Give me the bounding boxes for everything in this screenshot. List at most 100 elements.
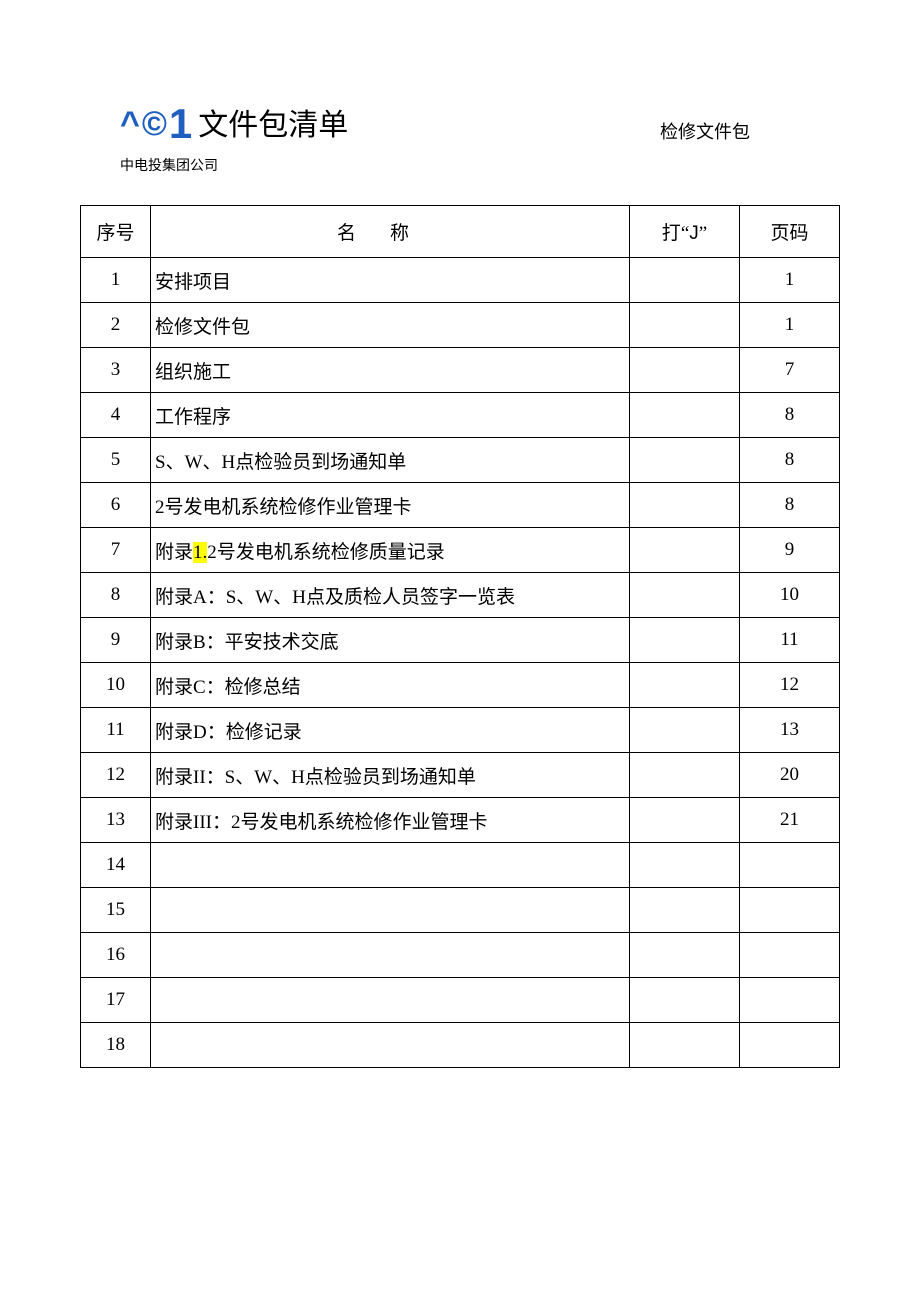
cell-name: 组织施工 bbox=[151, 348, 630, 393]
cell-page bbox=[740, 933, 840, 978]
cell-name: 附录C：检修总结 bbox=[151, 663, 630, 708]
cell-check bbox=[630, 1023, 740, 1068]
cell-no: 3 bbox=[81, 348, 151, 393]
cell-name-pre: 附录 bbox=[155, 542, 193, 563]
cell-no: 11 bbox=[81, 708, 151, 753]
cell-name-post: S、W、H点检验员到场通知单 bbox=[155, 452, 406, 473]
cell-name-post: 安排项目 bbox=[155, 272, 231, 293]
cell-check bbox=[630, 258, 740, 303]
cell-no: 15 bbox=[81, 888, 151, 933]
cell-name: 附录D：检修记录 bbox=[151, 708, 630, 753]
cell-no: 13 bbox=[81, 798, 151, 843]
document-header: ^ © 1 文件包清单 中电投集团公司 检修文件包 bbox=[120, 100, 840, 175]
cell-check bbox=[630, 753, 740, 798]
table-row: 8附录A：S、W、H点及质检人员签字一览表10 bbox=[81, 573, 840, 618]
cell-page: 9 bbox=[740, 528, 840, 573]
header-page: 页码 bbox=[740, 206, 840, 258]
cell-page: 12 bbox=[740, 663, 840, 708]
table-row: 3组织施工 7 bbox=[81, 348, 840, 393]
header-check-quote-open: “ bbox=[681, 223, 689, 244]
cell-name bbox=[151, 933, 630, 978]
cell-no: 14 bbox=[81, 843, 151, 888]
cell-name bbox=[151, 843, 630, 888]
cell-name: 安排项目 bbox=[151, 258, 630, 303]
header-check-prefix: 打 bbox=[662, 223, 681, 244]
cell-check bbox=[630, 978, 740, 1023]
company-logo-icon: ^ © 1 bbox=[120, 103, 198, 145]
table-row: 10附录C：检修总结12 bbox=[81, 663, 840, 708]
cell-page bbox=[740, 843, 840, 888]
table-row: 2检修文件包 1 bbox=[81, 303, 840, 348]
company-name: 中电投集团公司 bbox=[120, 155, 840, 175]
table-row: 62号发电机系统检修作业管理卡 8 bbox=[81, 483, 840, 528]
cell-name-post: 组织施工 bbox=[155, 362, 231, 383]
cell-page bbox=[740, 978, 840, 1023]
cell-no: 6 bbox=[81, 483, 151, 528]
cell-page: 1 bbox=[740, 303, 840, 348]
cell-name: S、W、H点检验员到场通知单 bbox=[151, 438, 630, 483]
cell-check bbox=[630, 843, 740, 888]
cell-page: 11 bbox=[740, 618, 840, 663]
table-row: 1安排项目1 bbox=[81, 258, 840, 303]
cell-no: 4 bbox=[81, 393, 151, 438]
cell-name bbox=[151, 1023, 630, 1068]
cell-page bbox=[740, 888, 840, 933]
header-check-letter: J bbox=[689, 223, 699, 244]
cell-no: 2 bbox=[81, 303, 151, 348]
cell-page: 8 bbox=[740, 483, 840, 528]
cell-no: 7 bbox=[81, 528, 151, 573]
table-row: 14 bbox=[81, 843, 840, 888]
table-row: 9附录B：平安技术交底 11 bbox=[81, 618, 840, 663]
cell-name-post: 附录III：2号发电机系统检修作业管理卡 bbox=[155, 812, 487, 833]
cell-name-post: 工作程序 bbox=[155, 407, 231, 428]
cell-name: 2号发电机系统检修作业管理卡 bbox=[151, 483, 630, 528]
cell-check bbox=[630, 393, 740, 438]
cell-check bbox=[630, 438, 740, 483]
cell-name-post: 附录II：S、W、H点检验员到场通知单 bbox=[155, 767, 476, 788]
cell-page: 1 bbox=[740, 258, 840, 303]
cell-page: 13 bbox=[740, 708, 840, 753]
cell-name-post: 附录C：检修总结 bbox=[155, 677, 301, 698]
cell-name: 附录1.2号发电机系统检修质量记录 bbox=[151, 528, 630, 573]
cell-name bbox=[151, 978, 630, 1023]
cell-page: 8 bbox=[740, 393, 840, 438]
cell-name: 附录B：平安技术交底 bbox=[151, 618, 630, 663]
cell-check bbox=[630, 618, 740, 663]
cell-name-highlight: 1. bbox=[193, 542, 207, 563]
cell-name: 检修文件包 bbox=[151, 303, 630, 348]
table-row: 5S、W、H点检验员到场通知单 8 bbox=[81, 438, 840, 483]
cell-no: 17 bbox=[81, 978, 151, 1023]
cell-no: 9 bbox=[81, 618, 151, 663]
logo-one: 1 bbox=[169, 103, 192, 145]
header-name: 名称 bbox=[151, 206, 630, 258]
cell-name-post: 2号发电机系统检修作业管理卡 bbox=[155, 497, 412, 518]
cell-no: 5 bbox=[81, 438, 151, 483]
cell-name: 附录III：2号发电机系统检修作业管理卡 bbox=[151, 798, 630, 843]
logo-caret: ^ bbox=[120, 107, 140, 141]
cell-page: 21 bbox=[740, 798, 840, 843]
cell-no: 12 bbox=[81, 753, 151, 798]
table-row: 4工作程序 8 bbox=[81, 393, 840, 438]
cell-check bbox=[630, 573, 740, 618]
cell-page bbox=[740, 1023, 840, 1068]
header-no: 序号 bbox=[81, 206, 151, 258]
cell-check bbox=[630, 303, 740, 348]
cell-page: 8 bbox=[740, 438, 840, 483]
cell-name-post: 附录B：平安技术交底 bbox=[155, 632, 339, 653]
cell-page: 7 bbox=[740, 348, 840, 393]
table-row: 15 bbox=[81, 888, 840, 933]
cell-name bbox=[151, 888, 630, 933]
cell-check bbox=[630, 528, 740, 573]
cell-no: 1 bbox=[81, 258, 151, 303]
header-right-label: 检修文件包 bbox=[660, 118, 750, 144]
table-row: 17 bbox=[81, 978, 840, 1023]
cell-name-post: 检修文件包 bbox=[155, 317, 250, 338]
table-row: 13附录III：2号发电机系统检修作业管理卡 21 bbox=[81, 798, 840, 843]
page-title: 文件包清单 bbox=[198, 100, 348, 144]
header-check-quote-close: ” bbox=[699, 223, 707, 244]
document-page: ^ © 1 文件包清单 中电投集团公司 检修文件包 序号 名称 打“J” 页码 bbox=[0, 0, 920, 1128]
cell-name-post: 2号发电机系统检修质量记录 bbox=[207, 542, 445, 563]
table-row: 7附录1.2号发电机系统检修质量记录 9 bbox=[81, 528, 840, 573]
table-header-row: 序号 名称 打“J” 页码 bbox=[81, 206, 840, 258]
cell-check bbox=[630, 933, 740, 978]
